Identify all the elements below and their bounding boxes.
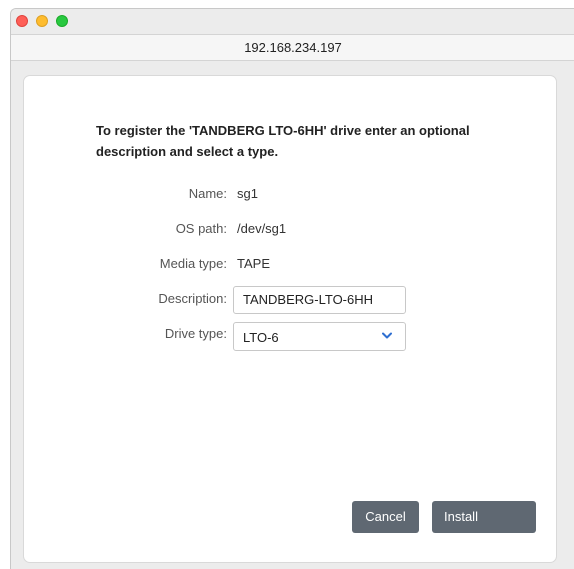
close-icon[interactable] (16, 15, 28, 27)
dialog-intro: To register the 'TANDBERG LTO-6HH' drive… (96, 123, 470, 159)
drive-type-row: Drive type: LTO-6 (24, 322, 556, 351)
name-label: Name: (188, 186, 227, 201)
drive-type-value: LTO-6 (243, 330, 279, 345)
os-path-value: /dev/sg1 (237, 221, 287, 236)
media-type-label: Media type: (159, 256, 227, 271)
cancel-button[interactable]: Cancel (352, 501, 419, 533)
address-text: 192.168.234.197 (244, 40, 342, 55)
drive-type-label: Drive type: (164, 326, 227, 341)
name-value: sg1 (237, 186, 258, 201)
description-row: Description: TANDBERG-LTO-6HH (24, 286, 556, 314)
browser-window: 192.168.234.197 To register the 'TANDBER… (10, 8, 574, 569)
name-row: Name: sg1 (24, 182, 556, 206)
description-input[interactable]: TANDBERG-LTO-6HH (233, 286, 406, 314)
address-bar[interactable]: 192.168.234.197 (11, 34, 574, 61)
media-type-row: Media type: TAPE (24, 252, 556, 276)
maximize-icon[interactable] (56, 15, 68, 27)
register-drive-dialog: To register the 'TANDBERG LTO-6HH' drive… (23, 75, 557, 563)
description-label: Description: (158, 291, 227, 306)
minimize-icon[interactable] (36, 15, 48, 27)
install-button[interactable]: Install (432, 501, 536, 533)
chevron-down-icon (382, 332, 392, 339)
os-path-row: OS path: /dev/sg1 (24, 217, 556, 241)
drive-type-select[interactable]: LTO-6 (233, 322, 406, 351)
title-bar (11, 9, 574, 34)
os-path-label: OS path: (175, 221, 227, 236)
media-type-value: TAPE (237, 256, 270, 271)
